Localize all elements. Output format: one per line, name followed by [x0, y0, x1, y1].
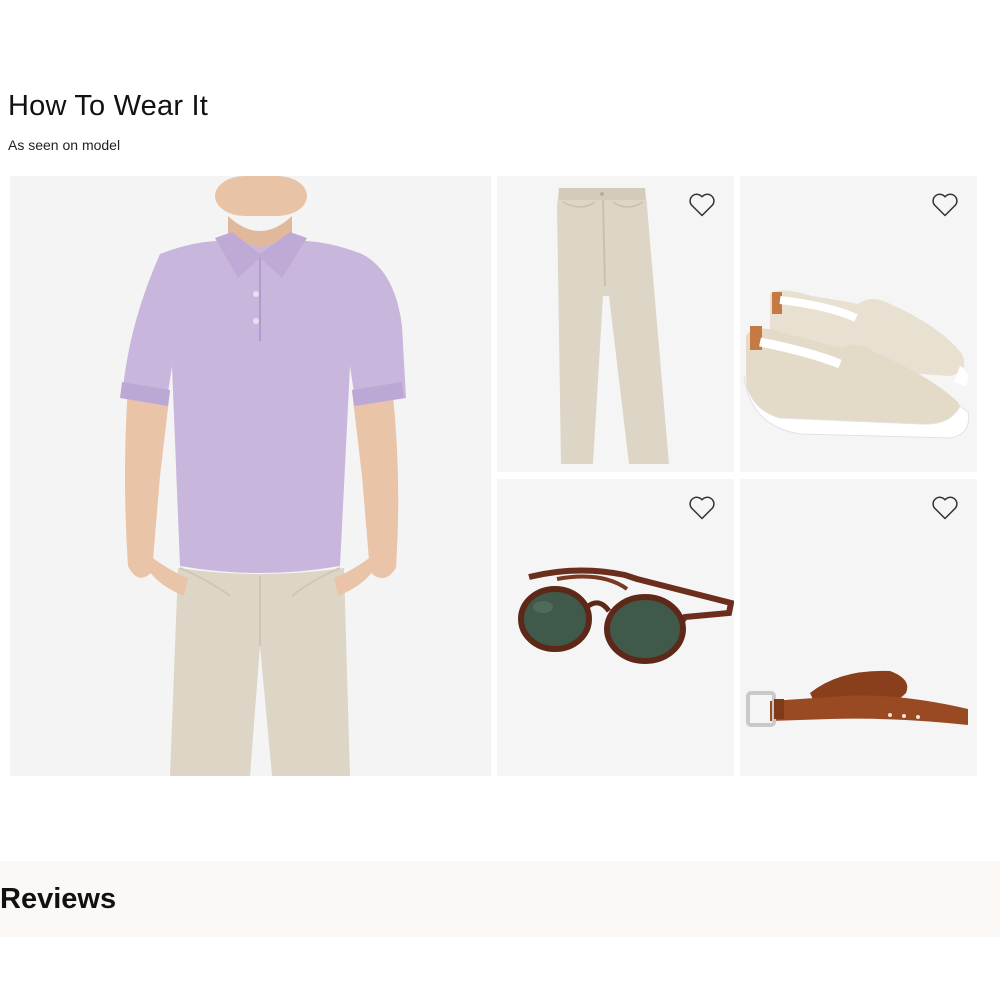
- model-photo: [10, 176, 491, 776]
- belt-image: [740, 479, 977, 776]
- sunglasses-image: [497, 479, 734, 776]
- section-subtitle: As seen on model: [8, 137, 121, 153]
- heart-outline-icon[interactable]: [931, 495, 959, 521]
- reviews-title[interactable]: Reviews: [0, 883, 116, 916]
- heart-outline-icon[interactable]: [688, 192, 716, 218]
- shoes-image: [740, 176, 977, 472]
- product-card-pants[interactable]: [497, 176, 734, 472]
- model-outfit-image[interactable]: [10, 176, 491, 776]
- product-card-belt[interactable]: [740, 479, 977, 776]
- reviews-section: Reviews: [0, 861, 1000, 937]
- section-title: How To Wear It: [8, 90, 208, 122]
- product-card-shoes[interactable]: [740, 176, 977, 472]
- heart-outline-icon[interactable]: [688, 495, 716, 521]
- product-card-sunglasses[interactable]: [497, 479, 734, 776]
- heart-outline-icon[interactable]: [931, 192, 959, 218]
- pants-image: [497, 176, 734, 472]
